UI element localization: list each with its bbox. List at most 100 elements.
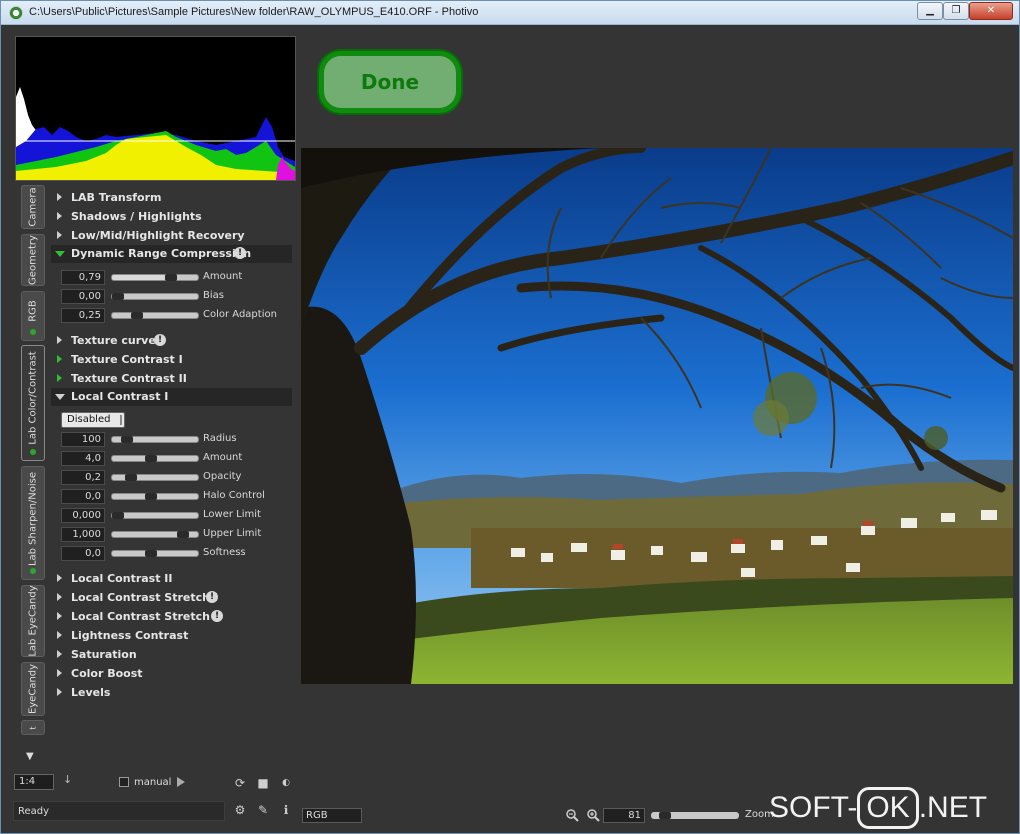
slider-track[interactable] [111, 512, 199, 519]
slider-track[interactable] [111, 550, 199, 557]
title-bar[interactable]: C:\Users\Public\Pictures\Sample Pictures… [1, 1, 1019, 25]
slider-handle[interactable] [112, 293, 124, 300]
slider-value-field[interactable]: 0,0 [61, 489, 105, 504]
tools-wrench-icon[interactable]: ✎ [256, 803, 270, 817]
slider-track[interactable] [111, 436, 199, 443]
compare-icon[interactable]: ◐ [279, 776, 293, 790]
slider-handle[interactable] [145, 455, 157, 462]
slider-value-field[interactable]: 100 [61, 432, 105, 447]
slider-handle[interactable] [121, 436, 133, 443]
slider-value-field[interactable]: 0,0 [61, 546, 105, 561]
slider-track[interactable] [111, 455, 199, 462]
section-label: Color Boost [71, 667, 143, 680]
photivo-window: C:\Users\Public\Pictures\Sample Pictures… [0, 0, 1020, 834]
section-texture-curve[interactable]: Texture curve! [51, 332, 292, 350]
settings-gear-icon[interactable]: ⚙ [233, 803, 247, 817]
close-button[interactable]: ✕ [969, 2, 1013, 20]
zoom-out-icon[interactable] [565, 807, 579, 826]
slider-track[interactable] [111, 493, 199, 500]
slider-lc1-upper-limit[interactable]: 1,000 Upper Limit [61, 527, 291, 543]
slider-value-field[interactable]: 0,25 [61, 308, 105, 323]
tab-scroll-down-icon[interactable]: ▼ [26, 751, 34, 762]
slider-lc1-halo-control[interactable]: 0,0 Halo Control [61, 489, 291, 505]
section-levels[interactable]: Levels [51, 684, 292, 702]
tab-geometry[interactable]: Geometry [21, 234, 45, 286]
expand-arrow-icon [57, 669, 62, 677]
slider-lc1-opacity[interactable]: 0,2 Opacity [61, 470, 291, 486]
slider-lc1-amount[interactable]: 4,0 Amount [61, 451, 291, 467]
slider-value-field[interactable]: 0,2 [61, 470, 105, 485]
slider-handle[interactable] [145, 550, 157, 557]
info-icon[interactable]: ℹ [279, 803, 293, 817]
section-local-contrast-stretch-1[interactable]: Local Contrast Stretch I! [51, 589, 292, 607]
minimize-button[interactable]: ▁ [917, 2, 943, 20]
info-icon[interactable]: ! [154, 334, 166, 346]
slider-drc-color-adaption[interactable]: 0,25 Color Adaption [61, 308, 291, 324]
slider-value-field[interactable]: 0,00 [61, 289, 105, 304]
section-color-boost[interactable]: Color Boost [51, 665, 292, 683]
slider-track[interactable] [111, 274, 199, 281]
section-texture-contrast-2[interactable]: Texture Contrast II [51, 370, 292, 388]
slider-handle[interactable] [112, 512, 124, 519]
section-local-contrast-stretch-2[interactable]: Local Contrast Stretch II! [51, 608, 292, 626]
section-label: LAB Transform [71, 191, 162, 204]
info-icon[interactable]: ! [206, 591, 218, 603]
tab-lab-color-contrast[interactable]: Lab Color/Contrast [21, 345, 45, 461]
slider-value-field[interactable]: 0,000 [61, 508, 105, 523]
section-local-contrast-1[interactable]: Local Contrast I [51, 388, 292, 406]
section-dynamic-range-compression[interactable]: Dynamic Range Compression! [51, 245, 292, 263]
zoom-slider[interactable] [651, 812, 739, 819]
tab-more[interactable]: t [21, 720, 45, 735]
slider-handle[interactable] [177, 531, 189, 538]
tab-lab-sharpen-noise[interactable]: Lab Sharpen/Noise [21, 466, 45, 580]
tab-label: Camera [27, 187, 39, 227]
info-icon[interactable]: ! [211, 610, 223, 622]
slider-value-field[interactable]: 4,0 [61, 451, 105, 466]
view-mode-select[interactable]: RGB [302, 808, 362, 823]
save-icon[interactable]: ■ [256, 776, 270, 790]
section-saturation[interactable]: Saturation [51, 646, 292, 664]
local-contrast-mode-select[interactable]: Disabled [61, 412, 125, 428]
slider-track[interactable] [111, 293, 199, 300]
collapse-arrow-icon [55, 251, 65, 257]
slider-drc-amount[interactable]: 0,79 Amount [61, 270, 291, 286]
section-lab-transform[interactable]: LAB Transform [51, 189, 292, 207]
section-shadows-highlights[interactable]: Shadows / Highlights [51, 208, 292, 226]
expand-arrow-icon [57, 193, 62, 201]
manual-checkbox[interactable] [119, 777, 129, 787]
section-lightness-contrast[interactable]: Lightness Contrast [51, 627, 292, 645]
section-texture-contrast-1[interactable]: Texture Contrast I [51, 351, 292, 369]
pipe-size-select[interactable]: 1:4 [14, 774, 54, 790]
zoom-slider-handle[interactable] [659, 812, 671, 819]
section-local-contrast-2[interactable]: Local Contrast II [51, 570, 292, 588]
slider-handle[interactable] [125, 474, 137, 481]
slider-lc1-radius[interactable]: 100 Radius [61, 432, 291, 448]
slider-lc1-softness[interactable]: 0,0 Softness [61, 546, 291, 562]
section-low-mid-highlight-recovery[interactable]: Low/Mid/Highlight Recovery [51, 227, 292, 245]
done-button[interactable]: Done [319, 51, 461, 113]
slider-handle[interactable] [145, 493, 157, 500]
slider-track[interactable] [111, 474, 199, 481]
slider-handle[interactable] [165, 274, 177, 281]
run-icon[interactable] [177, 777, 185, 787]
tab-camera[interactable]: Camera [21, 185, 45, 229]
slider-value-field[interactable]: 1,000 [61, 527, 105, 542]
slider-drc-bias[interactable]: 0,00 Bias [61, 289, 291, 305]
active-indicator-dot [30, 568, 36, 574]
zoom-value-field[interactable]: 81 [603, 808, 645, 823]
photo-preview[interactable] [301, 148, 1013, 684]
maximize-button[interactable]: ❐ [943, 2, 969, 20]
slider-handle[interactable] [131, 312, 143, 319]
reset-icon[interactable]: ⟳ [233, 776, 247, 790]
slider-value-field[interactable]: 0,79 [61, 270, 105, 285]
slider-track[interactable] [111, 312, 199, 319]
info-icon[interactable]: ! [234, 247, 246, 259]
slider-track[interactable] [111, 531, 199, 538]
tab-eyecandy[interactable]: EyeCandy [21, 662, 45, 716]
tab-lab-eyecandy[interactable]: Lab EyeCandy [21, 585, 45, 657]
zoom-in-icon[interactable] [586, 807, 600, 826]
arrow-down-icon[interactable]: ↓ [63, 773, 72, 786]
tab-rgb[interactable]: RGB [21, 291, 45, 341]
section-label: Levels [71, 686, 111, 699]
slider-lc1-lower-limit[interactable]: 0,000 Lower Limit [61, 508, 291, 524]
